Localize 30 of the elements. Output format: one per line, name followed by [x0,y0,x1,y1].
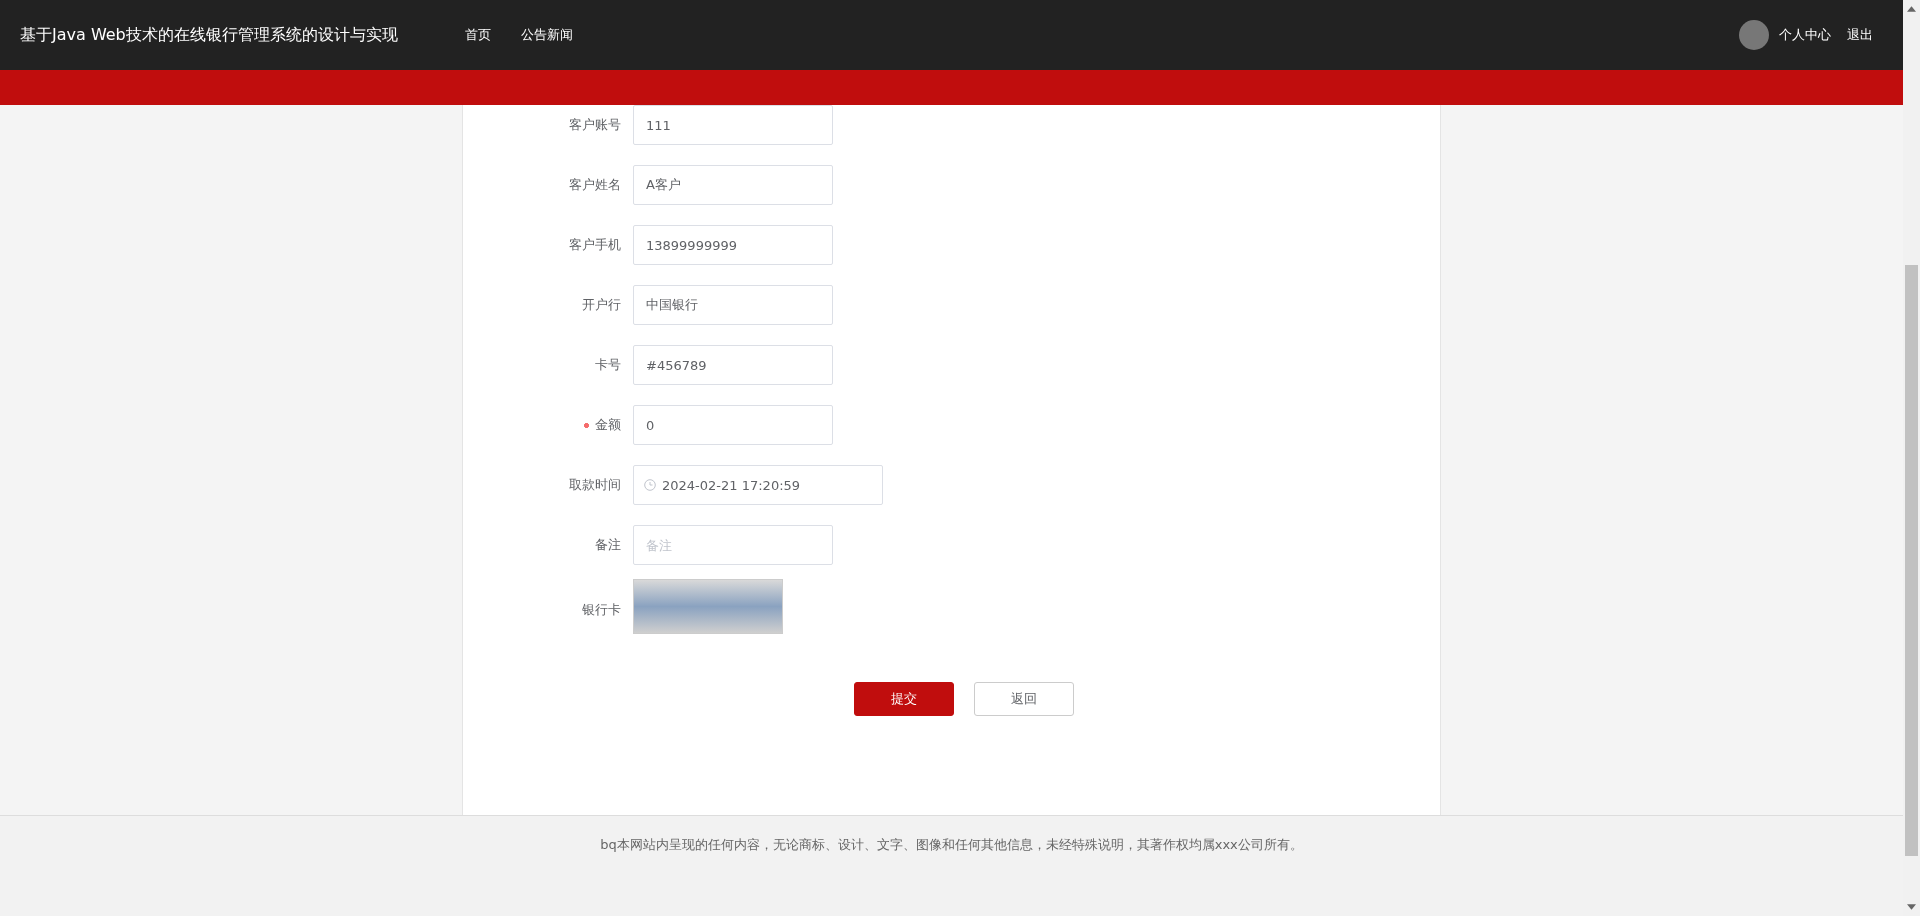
input-field[interactable]: 111 [633,105,833,145]
avatar[interactable] [1739,20,1769,50]
nav-link[interactable]: 首页 [465,26,491,44]
site-title: 基于Java Web技术的在线银行管理系统的设计与实现 [20,24,399,46]
input-field[interactable]: 0 [633,405,833,445]
scrollbar-thumb[interactable] [1905,265,1918,856]
nav-link[interactable]: 公告新闻 [521,26,573,44]
copyright-text: bq本网站内呈现的任何内容，无论商标、设计、文字、图像和任何其他信息，未经特殊说明，其著作权均属xxx公司所有。 [600,836,1303,854]
user-link[interactable]: 退出 [1847,26,1873,44]
input-field[interactable]: #456789 [633,345,833,385]
date-field[interactable]: 2024-02-21 17:20:59 [633,465,883,505]
field-label: 卡号 [595,357,621,372]
input-field[interactable]: 13899999999 [633,225,833,265]
input-field[interactable]: 中国银行 [633,285,833,325]
field-label: 备注 [595,537,621,552]
field-label: 客户姓名 [569,177,621,192]
user-link[interactable]: 个人中心 [1779,26,1831,44]
field-label: 开户行 [582,297,621,312]
scroll-down-icon[interactable] [1907,904,1916,910]
scroll-up-icon[interactable] [1907,6,1916,12]
field-label: 客户账号 [569,117,621,132]
field-label: 银行卡 [582,601,621,617]
submit-button[interactable]: 提交 [853,682,954,716]
input-field[interactable]: A客户 [633,165,833,205]
field-label: 客户手机 [569,237,621,252]
input-field[interactable]: 备注 [633,525,833,565]
clock-icon [644,479,656,491]
field-label: 金额 [595,417,621,432]
back-button[interactable]: 返回 [973,682,1074,716]
field-label: 取款时间 [569,477,621,492]
